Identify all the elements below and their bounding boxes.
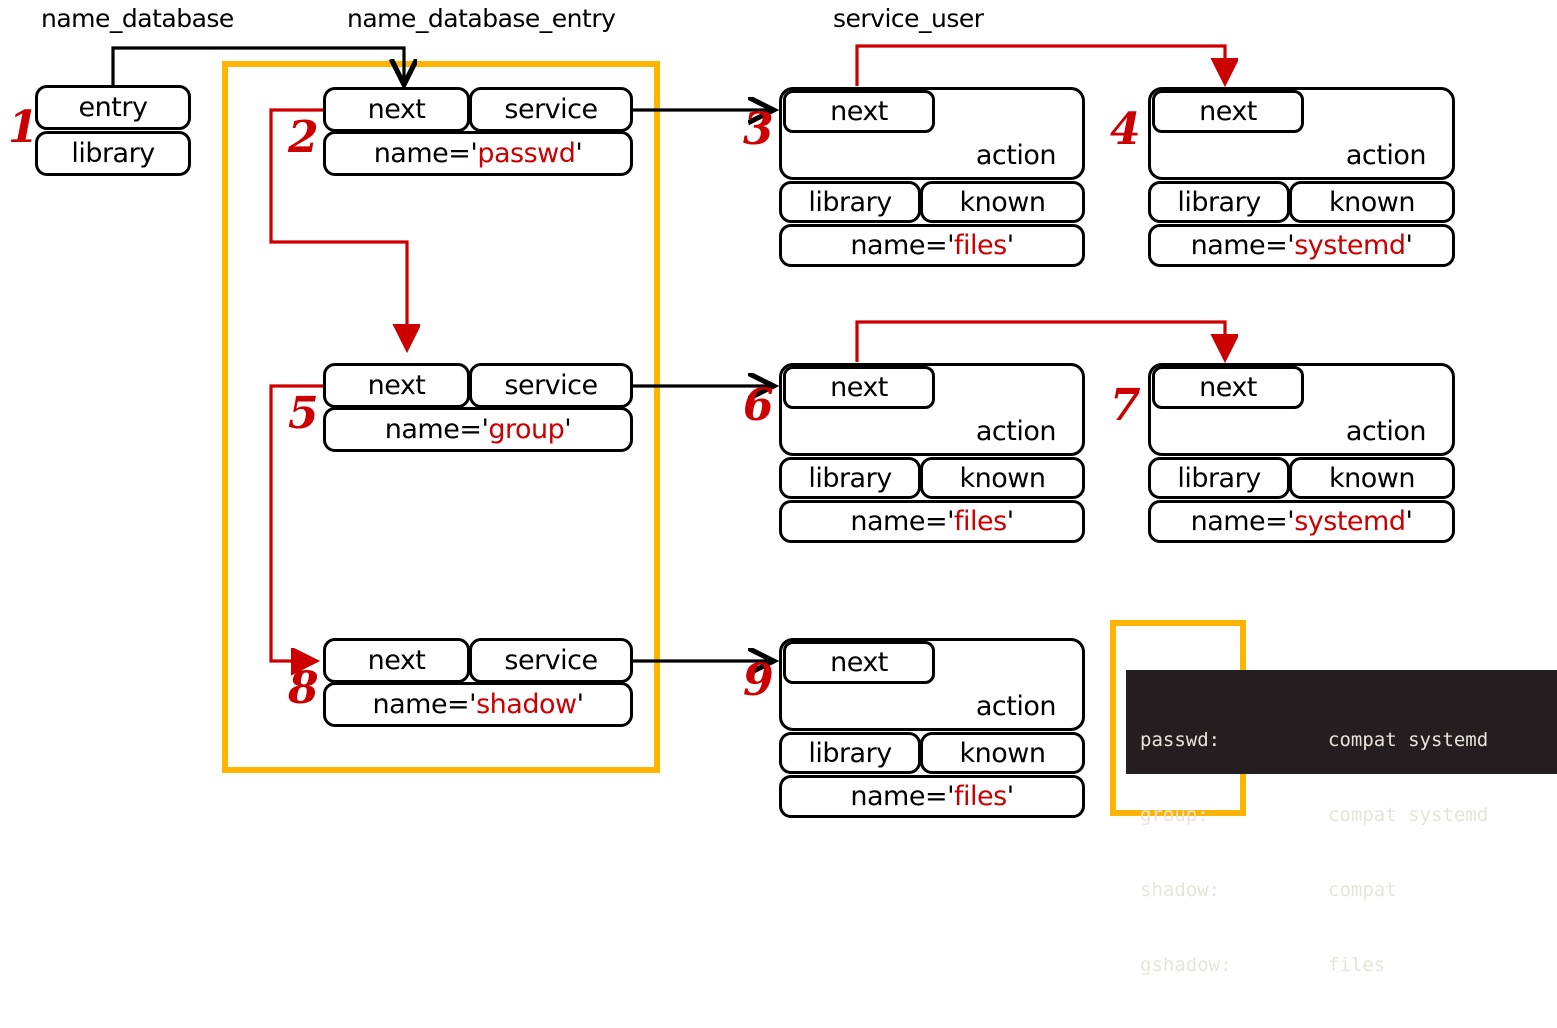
field-name: name=' systemd ' [1148,224,1455,267]
name-value: files [954,230,1007,261]
terminal-row: group: compat systemd [1140,803,1543,828]
field-next: next [783,90,935,133]
field-library: library [779,181,921,223]
node-index-3: 3 [743,104,774,155]
field-known: known [920,457,1085,499]
node-index-6: 6 [743,380,774,431]
terminal-value: compat systemd [1328,729,1489,751]
field-name: name=' systemd ' [1148,500,1455,543]
terminal-row: gshadow: files [1140,953,1543,978]
node-index-4: 4 [1110,104,1141,155]
field-next: next [783,641,935,684]
field-next: next [323,87,470,132]
name-prefix: name=' [1190,230,1295,261]
name-value: systemd [1294,506,1406,537]
field-service: service [469,638,633,683]
field-name: name=' shadow ' [323,682,633,727]
field-library: library [1148,181,1290,223]
field-service: service [469,87,633,132]
field-next: next [323,638,470,683]
field-known: known [920,181,1085,223]
node-index-8: 8 [288,663,319,714]
node-index-7: 7 [1110,380,1141,431]
name-suffix: ' [1405,230,1413,261]
terminal-value: compat systemd [1328,804,1489,826]
name-value: systemd [1294,230,1406,261]
field-library: library [1148,457,1290,499]
label-name-database: name_database [41,4,234,33]
name-suffix: ' [564,414,572,445]
terminal-key: gshadow: [1140,954,1232,976]
name-prefix: name=' [1190,506,1295,537]
name-value: passwd [477,138,576,169]
diagram-canvas: name_database name_database_entry servic… [0,0,1557,976]
name-suffix: ' [1405,506,1413,537]
name-prefix: name=' [372,689,477,720]
name-suffix: ' [1006,506,1014,537]
name-prefix: name=' [384,414,489,445]
nsswitch-terminal: passwd: compat systemd group: compat sys… [1126,670,1557,976]
field-library: library [35,131,191,176]
field-name: name=' files ' [779,775,1085,818]
name-prefix: name=' [373,138,478,169]
field-library: library [779,732,921,774]
label-name-database-entry: name_database_entry [347,4,616,33]
field-service: service [469,363,633,408]
name-prefix: name=' [850,506,954,537]
field-name: name=' passwd ' [323,131,633,176]
terminal-row: passwd: compat systemd [1140,728,1543,753]
field-name: name=' files ' [779,224,1085,267]
name-prefix: name=' [850,230,954,261]
name-suffix: ' [1006,230,1014,261]
field-name: name=' group ' [323,407,633,452]
terminal-key: passwd: [1140,729,1221,751]
field-library: library [779,457,921,499]
field-known: known [920,732,1085,774]
field-entry: entry [35,85,191,130]
terminal-value: files [1328,954,1386,976]
terminal-value: compat [1328,879,1397,901]
field-known: known [1289,181,1455,223]
name-value: files [954,506,1007,537]
field-next: next [783,366,935,409]
name-value: group [488,414,565,445]
name-suffix: ' [575,138,583,169]
field-next: next [1152,366,1304,409]
name-value: shadow [476,689,577,720]
label-service-user: service_user [833,4,984,33]
terminal-key: group: [1140,804,1209,826]
name-value: files [954,781,1007,812]
terminal-row: shadow: compat [1140,878,1543,903]
field-next: next [1152,90,1304,133]
node-index-9: 9 [743,655,774,706]
wire-node6-next-to-node7 [855,320,1225,362]
field-name: name=' files ' [779,500,1085,543]
field-known: known [1289,457,1455,499]
terminal-key: shadow: [1140,879,1221,901]
node-index-5: 5 [288,388,319,439]
field-next: next [323,363,470,408]
name-prefix: name=' [850,781,954,812]
node-index-2: 2 [288,112,319,163]
name-suffix: ' [576,689,584,720]
name-suffix: ' [1006,781,1014,812]
wire-node3-next-to-node4 [855,44,1225,86]
